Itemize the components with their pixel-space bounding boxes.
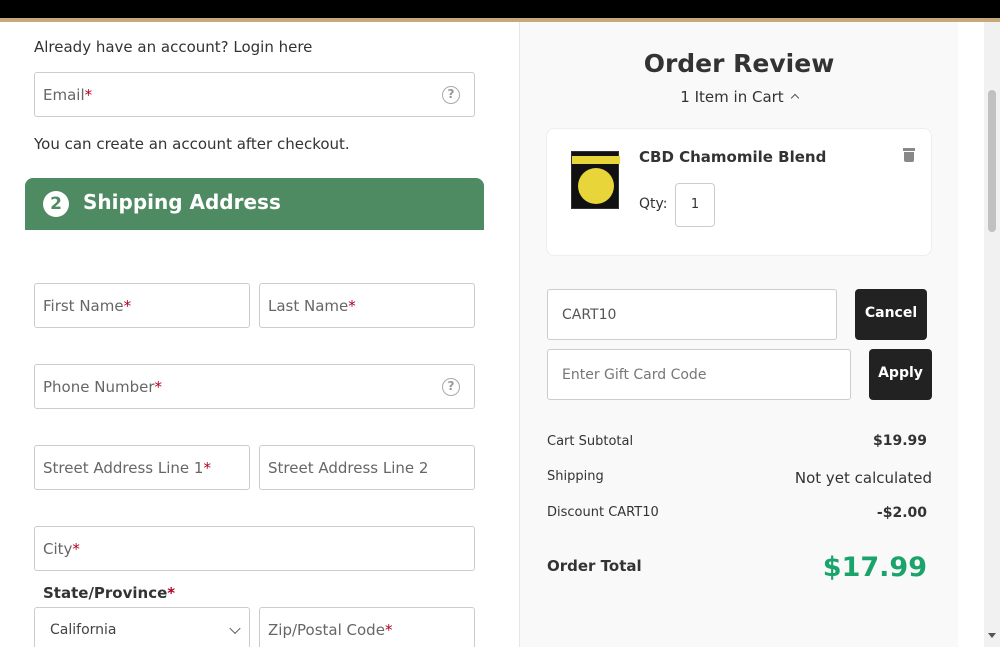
gift-card-input[interactable]: Enter Gift Card Code bbox=[547, 349, 851, 400]
scroll-down-arrow-icon[interactable] bbox=[988, 633, 996, 638]
city-label: City bbox=[43, 539, 73, 558]
street1-label: Street Address Line 1 bbox=[43, 458, 204, 477]
required-marker: * bbox=[72, 539, 80, 558]
required-marker: * bbox=[167, 584, 176, 602]
order-total-value: $17.99 bbox=[822, 552, 927, 583]
gift-card-placeholder: Enter Gift Card Code bbox=[562, 366, 707, 383]
last-name-label: Last Name bbox=[268, 296, 349, 315]
cancel-coupon-button[interactable]: Cancel bbox=[855, 289, 927, 340]
last-name-field[interactable]: Last Name* bbox=[259, 283, 475, 328]
cart-count-toggle[interactable]: 1 Item in Cart bbox=[520, 88, 958, 106]
phone-label: Phone Number bbox=[43, 377, 155, 396]
state-province-label: State/Province* bbox=[43, 584, 175, 602]
help-icon[interactable]: ? bbox=[442, 377, 460, 396]
chevron-up-icon bbox=[790, 93, 799, 103]
shipping-label: Shipping bbox=[547, 469, 604, 484]
scrollbar-thumb[interactable] bbox=[988, 90, 996, 232]
cart-count-text: 1 Item in Cart bbox=[680, 88, 784, 106]
product-image bbox=[571, 151, 620, 209]
section-title: Shipping Address bbox=[83, 190, 281, 214]
discount-value: -$2.00 bbox=[876, 505, 927, 521]
trash-icon[interactable] bbox=[903, 148, 915, 162]
quantity-input[interactable]: 1 bbox=[675, 183, 715, 227]
street-address-1-field[interactable]: Street Address Line 1* bbox=[34, 445, 250, 490]
first-name-label: First Name bbox=[43, 296, 124, 315]
zip-code-field[interactable]: Zip/Postal Code* bbox=[259, 607, 475, 647]
required-marker: * bbox=[203, 458, 211, 477]
city-field[interactable]: City* bbox=[34, 526, 475, 571]
coupon-code-value: CART10 bbox=[562, 306, 617, 323]
shipping-address-header: 2 Shipping Address bbox=[25, 178, 484, 230]
required-marker: * bbox=[84, 85, 93, 104]
state-label-text: State/Province bbox=[43, 584, 168, 602]
order-review-title: Order Review bbox=[643, 49, 835, 78]
order-total-label: Order Total bbox=[547, 557, 642, 575]
email-label: Email bbox=[43, 85, 85, 104]
coupon-code-input[interactable]: CART10 bbox=[547, 289, 837, 340]
order-review-panel: Order Review 1 Item in Cart CBD Chamomil… bbox=[520, 22, 958, 647]
state-select[interactable]: California bbox=[34, 607, 250, 647]
page-scrollbar[interactable] bbox=[984, 22, 1000, 647]
help-icon[interactable]: ? bbox=[442, 85, 460, 104]
required-marker: * bbox=[384, 620, 393, 639]
login-prompt[interactable]: Already have an account? Login here bbox=[34, 38, 312, 56]
phone-number-field[interactable]: Phone Number* ? bbox=[34, 364, 475, 409]
subtotal-value: $19.99 bbox=[872, 433, 927, 449]
required-marker: * bbox=[348, 296, 356, 315]
step-number-badge: 2 bbox=[43, 191, 69, 217]
apply-gift-card-button[interactable]: Apply bbox=[869, 349, 932, 400]
cart-item-card: CBD Chamomile Blend Qty: 1 bbox=[546, 128, 932, 256]
first-name-field[interactable]: First Name* bbox=[34, 283, 250, 328]
discount-label: Discount CART10 bbox=[547, 505, 659, 520]
shipping-value: Not yet calculated bbox=[794, 469, 932, 487]
zip-label: Zip/Postal Code bbox=[268, 620, 385, 639]
top-bar bbox=[0, 0, 1000, 22]
create-account-note: You can create an account after checkout… bbox=[34, 135, 350, 153]
subtotal-label: Cart Subtotal bbox=[547, 434, 634, 449]
required-marker: * bbox=[154, 377, 163, 396]
state-selected-value: California bbox=[50, 621, 117, 638]
qty-label: Qty: bbox=[639, 196, 668, 212]
product-name[interactable]: CBD Chamomile Blend bbox=[639, 148, 826, 166]
street-address-2-field[interactable]: Street Address Line 2 bbox=[259, 445, 475, 490]
chevron-down-icon bbox=[229, 622, 241, 634]
street2-label: Street Address Line 2 bbox=[268, 458, 429, 477]
email-field[interactable]: Email* ? bbox=[34, 72, 475, 117]
required-marker: * bbox=[123, 296, 132, 315]
